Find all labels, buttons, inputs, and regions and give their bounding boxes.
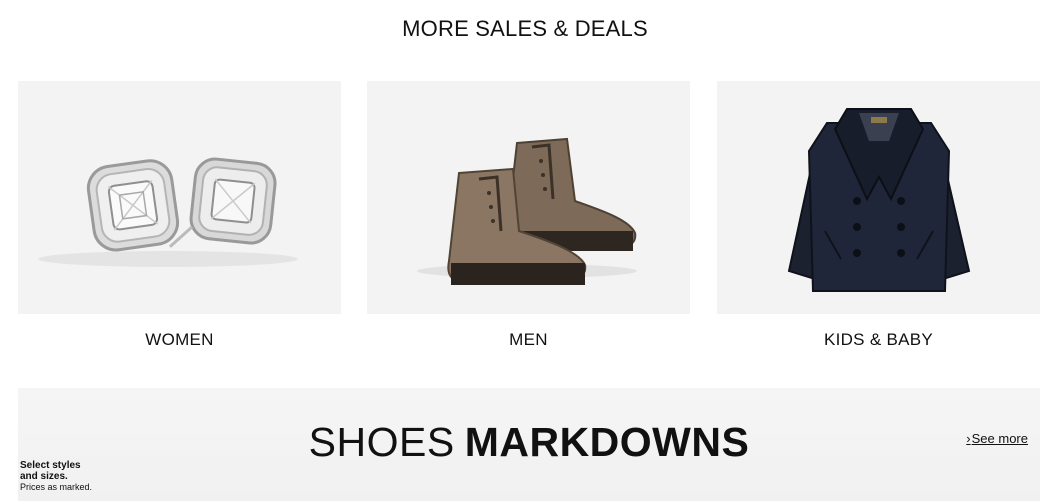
section-title: MORE SALES & DEALS <box>402 16 648 41</box>
peacoat-image[interactable] <box>717 81 1040 314</box>
category-card-men[interactable]: MEN <box>367 81 690 354</box>
category-label-women[interactable]: WOMEN <box>18 330 341 350</box>
fine-print-strong: Select styles and sizes. <box>20 460 81 482</box>
banner-title-light: SHOES <box>308 419 455 465</box>
category-card-kids-baby[interactable]: KIDS & BABY <box>717 81 1040 354</box>
fine-print: Select styles and sizes. Prices as marke… <box>20 460 92 493</box>
category-label-kids-baby[interactable]: KIDS & BABY <box>717 330 1040 350</box>
shoes-markdowns-banner[interactable]: SHOES MARKDOWNS ›See more Select styles a… <box>18 388 1040 501</box>
see-more-label: See more <box>971 431 1028 446</box>
category-card-women[interactable]: WOMEN <box>18 81 341 354</box>
banner-title-bold: MARKDOWNS <box>464 419 750 465</box>
earrings-image[interactable] <box>18 81 341 314</box>
boots-image[interactable] <box>367 81 690 314</box>
banner-title[interactable]: SHOES MARKDOWNS <box>18 419 1040 466</box>
see-more-link[interactable]: ›See more <box>966 431 1028 446</box>
category-label-men[interactable]: MEN <box>367 330 690 350</box>
chevron-right-icon: › <box>966 431 971 446</box>
fine-print-small: Prices as marked. <box>20 482 93 492</box>
